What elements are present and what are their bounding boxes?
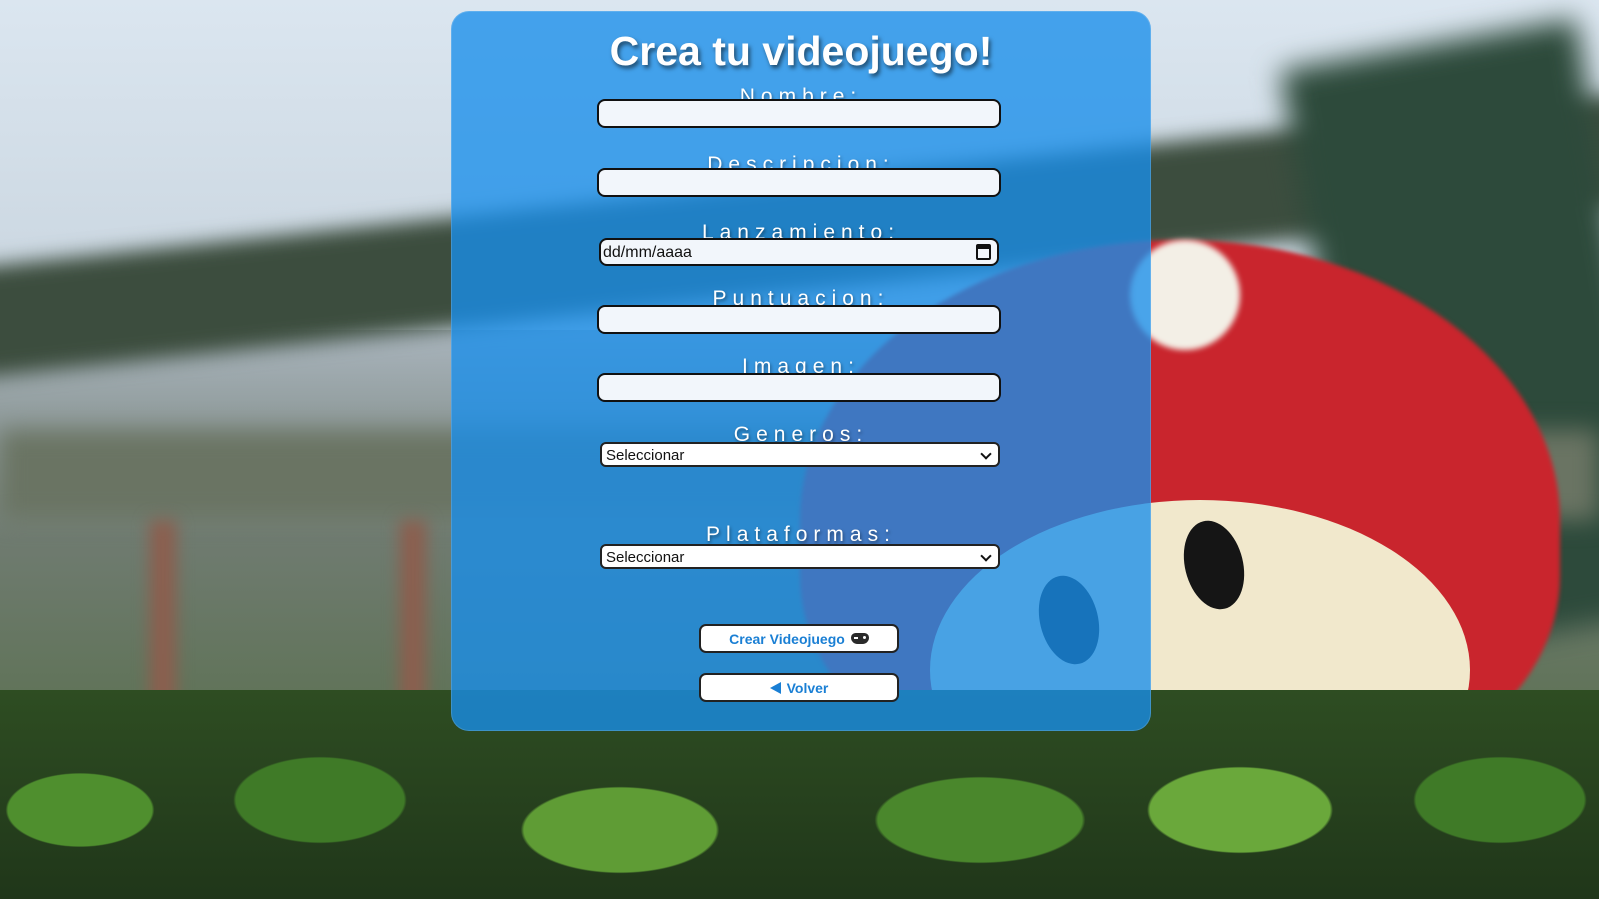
volver-button-label: Volver <box>786 679 829 696</box>
nombre-input[interactable] <box>597 99 1001 128</box>
form-title: Crea tu videojuego! <box>609 28 993 74</box>
date-placeholder: dd/mm/aaaa <box>603 244 692 261</box>
generos-selected-value: Seleccionar <box>606 447 685 464</box>
chevron-down-icon <box>980 448 992 460</box>
crear-button-label: Crear Videojuego <box>729 630 845 647</box>
imagen-input[interactable] <box>597 373 1001 402</box>
lanzamiento-date-input[interactable]: dd/mm/aaaa <box>599 238 999 266</box>
create-game-form: Crea tu videojuego! Nombre: Descripcion:… <box>451 11 1151 731</box>
plataformas-select[interactable]: Seleccionar <box>600 544 1000 569</box>
volver-button[interactable]: Volver <box>699 673 899 702</box>
chevron-down-icon <box>980 550 992 562</box>
puntuacion-input[interactable] <box>597 305 1001 334</box>
crear-videojuego-button[interactable]: Crear Videojuego <box>699 624 899 653</box>
calendar-icon[interactable] <box>976 244 991 260</box>
plataformas-selected-value: Seleccionar <box>606 549 685 566</box>
triangle-left-icon <box>769 681 781 694</box>
descripcion-input[interactable] <box>597 168 1001 197</box>
gamepad-icon <box>850 633 869 644</box>
generos-select[interactable]: Seleccionar <box>600 442 1000 467</box>
